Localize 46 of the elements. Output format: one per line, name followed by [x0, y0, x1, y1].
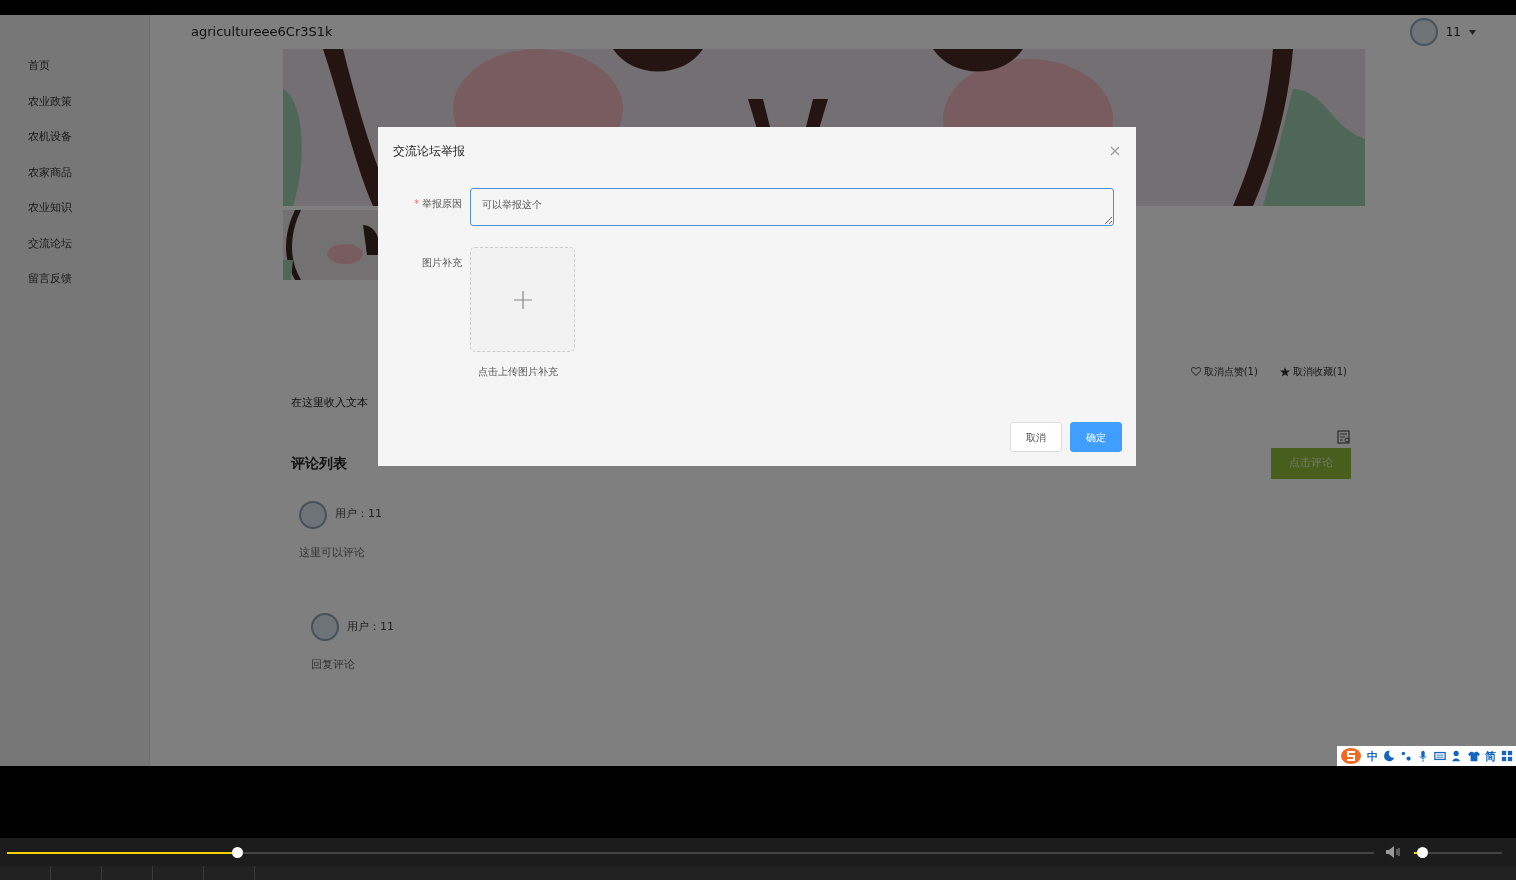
sidebar-item[interactable]: 交流论坛 — [0, 228, 149, 264]
progress-thumb[interactable] — [231, 846, 243, 858]
user-icon[interactable] — [1451, 750, 1463, 762]
unfavorite-button[interactable]: 取消收藏(1) — [1279, 364, 1347, 379]
upload-hint: 点击上传图片补充 — [478, 365, 559, 379]
avatar — [311, 613, 339, 641]
volume-icon[interactable] — [1386, 846, 1402, 858]
comment-text: 回复评论 — [311, 657, 356, 673]
star-icon — [1279, 366, 1290, 377]
required-mark: * — [414, 198, 419, 209]
dialog-title: 交流论坛举报 — [393, 143, 465, 160]
unlike-button[interactable]: 取消点赞(1) — [1190, 364, 1258, 379]
moon-icon[interactable] — [1383, 750, 1395, 762]
ime-mode[interactable]: 中 — [1367, 750, 1378, 762]
sidebar-item[interactable]: 农家商品 — [0, 157, 149, 193]
document-icon[interactable] — [1337, 429, 1351, 444]
close-icon[interactable] — [1110, 146, 1120, 156]
sidebar-item[interactable]: 农业知识 — [0, 193, 149, 229]
caret-icon[interactable] — [1469, 29, 1476, 35]
cancel-button[interactable]: 取消 — [1010, 422, 1062, 452]
ime-charset[interactable]: 简 — [1485, 750, 1496, 762]
logo-icon[interactable] — [1340, 747, 1362, 765]
comment-user: 用户：11 — [335, 506, 382, 523]
heart-icon — [1190, 367, 1201, 376]
microphone-icon[interactable] — [1417, 750, 1429, 762]
comment-user: 用户：11 — [347, 618, 394, 635]
field-label: 举报原因 — [422, 198, 462, 209]
username[interactable]: 11 — [1445, 23, 1461, 41]
punctuation-icon[interactable] — [1400, 750, 1412, 762]
sidebar-item[interactable]: 留言反馈 — [0, 264, 149, 300]
field-label: 图片补充 — [422, 257, 462, 268]
grid-icon[interactable] — [1501, 750, 1513, 762]
avatar — [299, 500, 327, 529]
plus-icon — [513, 290, 532, 309]
sidebar-item[interactable]: 首页 — [0, 51, 149, 87]
shirt-icon[interactable] — [1468, 750, 1480, 762]
volume-thumb[interactable] — [1416, 846, 1428, 858]
keyboard-icon[interactable] — [1434, 750, 1446, 762]
sidebar-item[interactable]: 农业政策 — [0, 86, 149, 122]
sidebar-item[interactable]: 农机设备 — [0, 122, 149, 158]
reason-field[interactable]: 可以举报这个 — [470, 188, 1114, 226]
comments-heading: 评论列表 — [291, 453, 347, 473]
confirm-button[interactable]: 确定 — [1070, 422, 1122, 452]
post-text: 在这里收入文本 — [291, 395, 369, 411]
site-title: agricultureee6Cr3S1k — [191, 23, 333, 42]
comment-text: 这里可以评论 — [299, 544, 366, 561]
